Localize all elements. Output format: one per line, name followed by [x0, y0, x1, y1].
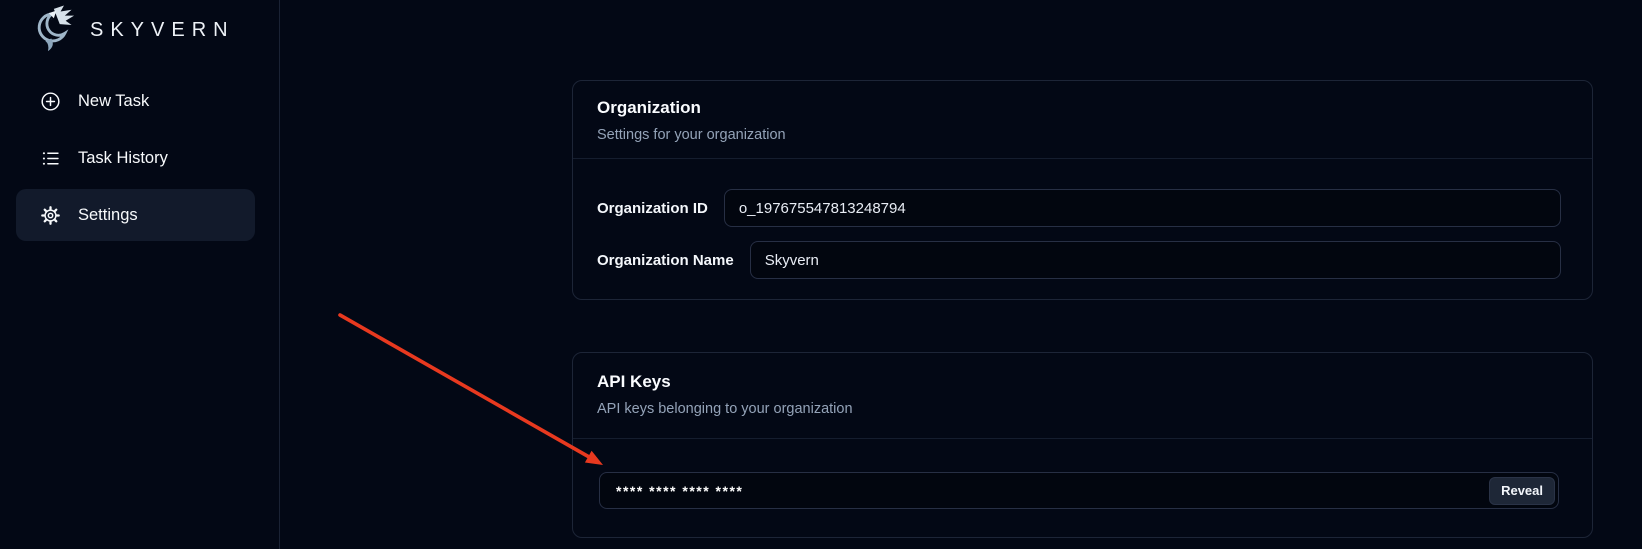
api-keys-card: API Keys API keys belonging to your orga…	[572, 352, 1593, 538]
organization-card-subtitle: Settings for your organization	[597, 127, 786, 143]
dragon-logo-icon	[26, 3, 80, 57]
divider	[573, 438, 1592, 439]
sidebar-item-new-task[interactable]: New Task	[16, 75, 255, 127]
brand-logo: SKYVERN	[26, 2, 235, 58]
organization-card: Organization Settings for your organizat…	[572, 80, 1593, 300]
settings-page: SKYVERN New Task Task History	[0, 0, 1642, 549]
api-keys-card-subtitle: API keys belonging to your organization	[597, 401, 853, 417]
api-keys-card-title: API Keys	[597, 372, 671, 392]
organization-id-input[interactable]	[724, 189, 1561, 227]
sidebar-item-task-history[interactable]: Task History	[16, 132, 255, 184]
divider	[573, 158, 1592, 159]
sidebar-item-label: Settings	[78, 206, 138, 225]
list-icon	[40, 148, 61, 169]
api-key-input[interactable]	[599, 472, 1559, 509]
brand-name: SKYVERN	[90, 19, 235, 42]
reveal-button[interactable]: Reveal	[1489, 477, 1555, 505]
api-key-field: Reveal	[599, 472, 1559, 509]
organization-name-row: Organization Name	[597, 241, 1561, 279]
organization-name-input[interactable]	[750, 241, 1561, 279]
sidebar-item-settings[interactable]: Settings	[16, 189, 255, 241]
plus-circle-icon	[40, 91, 61, 112]
sidebar: SKYVERN New Task Task History	[0, 0, 280, 549]
sidebar-item-label: Task History	[78, 149, 168, 168]
gear-icon	[40, 205, 61, 226]
sidebar-item-label: New Task	[78, 92, 149, 111]
organization-id-label: Organization ID	[597, 200, 708, 217]
organization-id-row: Organization ID	[597, 189, 1561, 227]
arrow-shaft	[340, 315, 590, 458]
organization-card-title: Organization	[597, 98, 701, 118]
organization-name-label: Organization Name	[597, 252, 734, 269]
